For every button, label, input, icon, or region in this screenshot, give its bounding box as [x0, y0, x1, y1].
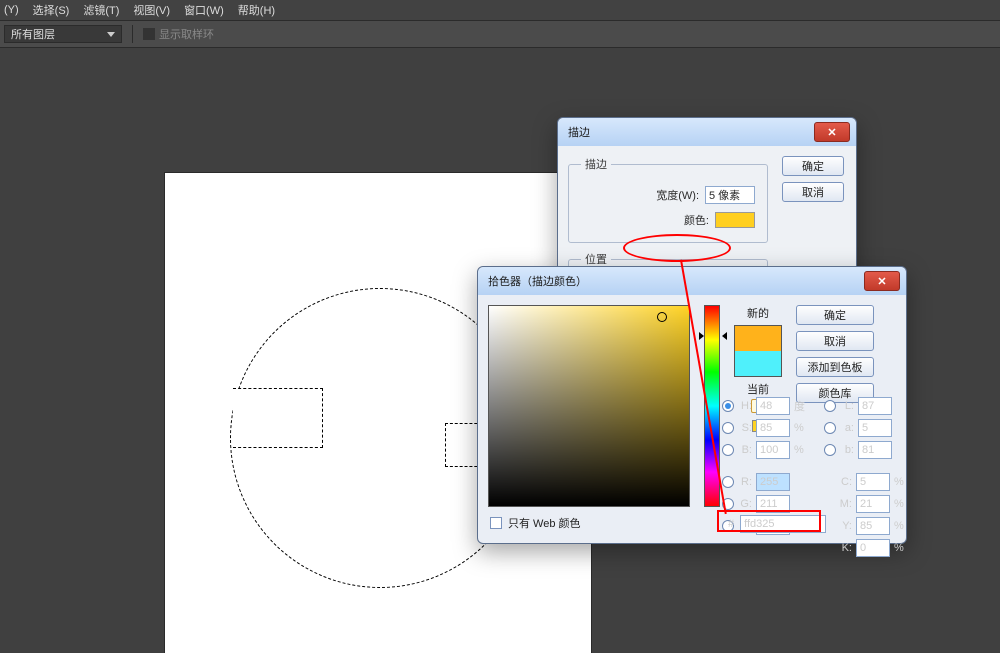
h-input[interactable]: 48	[756, 397, 790, 415]
h-field-row: H:48度	[722, 397, 808, 415]
add-swatch-button[interactable]: 添加到色板	[796, 357, 874, 377]
close-icon: ✕	[877, 275, 886, 288]
options-bar: 所有图层 显示取样环	[0, 20, 1000, 48]
menu-item[interactable]: 滤镜(T)	[83, 2, 119, 18]
stroke-color-swatch[interactable]	[715, 212, 755, 228]
fieldset-legend: 描边	[581, 156, 611, 172]
g-input[interactable]: 211	[756, 495, 790, 513]
menu-bar: (Y) 选择(S) 滤镜(T) 视图(V) 窗口(W) 帮助(H)	[0, 0, 1000, 20]
dialog-titlebar[interactable]: 拾色器（描边颜色） ✕	[478, 267, 906, 295]
menu-item[interactable]: 视图(V)	[133, 2, 170, 18]
checkbox-icon	[143, 28, 155, 40]
lb-input[interactable]: 81	[858, 441, 892, 459]
menu-item[interactable]: 帮助(H)	[238, 2, 275, 18]
color-picker-dialog: 拾色器（描边颜色） ✕ 新的 当前 !	[477, 266, 907, 544]
chevron-down-icon	[107, 32, 115, 37]
cancel-button[interactable]: 取消	[782, 182, 844, 202]
hex-input[interactable]: ffd325	[740, 515, 826, 533]
g-field-row: G:211	[722, 495, 808, 513]
y-field-row: Y:85%	[824, 517, 910, 535]
radio-icon[interactable]	[722, 422, 734, 434]
hex-label: #	[728, 518, 734, 530]
width-label: 宽度(W):	[656, 187, 699, 203]
c-input[interactable]: 5	[856, 473, 890, 491]
radio-icon[interactable]	[722, 498, 734, 510]
r-field-row: R:255	[722, 473, 808, 491]
l-field-row: L:87	[824, 397, 910, 415]
color-label: 颜色:	[684, 212, 709, 228]
radio-icon[interactable]	[824, 444, 836, 456]
radio-icon[interactable]	[722, 476, 734, 488]
layer-filter-value: 所有图层	[11, 26, 55, 42]
s-field-row: S:85%	[722, 419, 808, 437]
saturation-brightness-field[interactable]	[488, 305, 690, 507]
ok-button[interactable]: 确定	[796, 305, 874, 325]
l-input[interactable]: 87	[858, 397, 892, 415]
cancel-button[interactable]: 取消	[796, 331, 874, 351]
lb-field-row: b:81	[824, 441, 910, 459]
stroke-width-input[interactable]: 5 像素	[705, 186, 755, 204]
ok-button[interactable]: 确定	[782, 156, 844, 176]
a-input[interactable]: 5	[858, 419, 892, 437]
m-input[interactable]: 21	[856, 495, 890, 513]
radio-icon[interactable]	[824, 400, 836, 412]
radio-icon[interactable]	[722, 400, 734, 412]
k-input[interactable]: 0	[856, 539, 890, 557]
a-field-row: a:5	[824, 419, 910, 437]
fieldset-legend: 位置	[581, 251, 611, 267]
s-input[interactable]: 85	[756, 419, 790, 437]
b-field-row: B:100%	[722, 441, 808, 459]
menu-item[interactable]: 窗口(W)	[184, 2, 224, 18]
current-color-label: 当前	[747, 381, 769, 397]
stroke-fieldset: 描边 宽度(W): 5 像素 颜色:	[568, 156, 768, 243]
layer-filter-select[interactable]: 所有图层	[4, 25, 122, 43]
close-button[interactable]: ✕	[864, 271, 900, 291]
m-field-row: M:21%	[824, 495, 910, 513]
c-field-row: C:5%	[824, 473, 910, 491]
r-input[interactable]: 255	[756, 473, 790, 491]
dialog-title: 拾色器（描边颜色）	[488, 273, 587, 289]
color-cursor[interactable]	[657, 312, 667, 322]
close-icon: ✕	[827, 126, 836, 139]
preview-swatch[interactable]	[734, 325, 782, 377]
web-only-label: 只有 Web 颜色	[508, 515, 581, 531]
hue-marker-icon	[699, 332, 704, 340]
checkbox-icon	[490, 517, 502, 529]
new-color	[735, 326, 781, 351]
close-button[interactable]: ✕	[814, 122, 850, 142]
menu-item[interactable]: 选择(S)	[33, 2, 70, 18]
k-field-row: K:0%	[824, 539, 910, 557]
web-only-checkbox[interactable]: 只有 Web 颜色	[490, 515, 581, 531]
hue-marker-icon	[722, 332, 727, 340]
b-input[interactable]: 100	[756, 441, 790, 459]
current-color	[735, 351, 781, 376]
radio-icon[interactable]	[722, 444, 734, 456]
y-input[interactable]: 85	[856, 517, 890, 535]
checkbox-label: 显示取样环	[159, 26, 214, 42]
dialog-title: 描边	[568, 124, 590, 140]
new-color-label: 新的	[747, 305, 769, 321]
dialog-titlebar[interactable]: 描边 ✕	[558, 118, 856, 146]
radio-icon[interactable]	[824, 422, 836, 434]
hue-slider[interactable]	[704, 305, 720, 507]
marquee-selection-notch	[233, 388, 323, 448]
menu-item[interactable]: (Y)	[4, 4, 19, 16]
show-sample-ring-checkbox[interactable]: 显示取样环	[143, 26, 214, 42]
